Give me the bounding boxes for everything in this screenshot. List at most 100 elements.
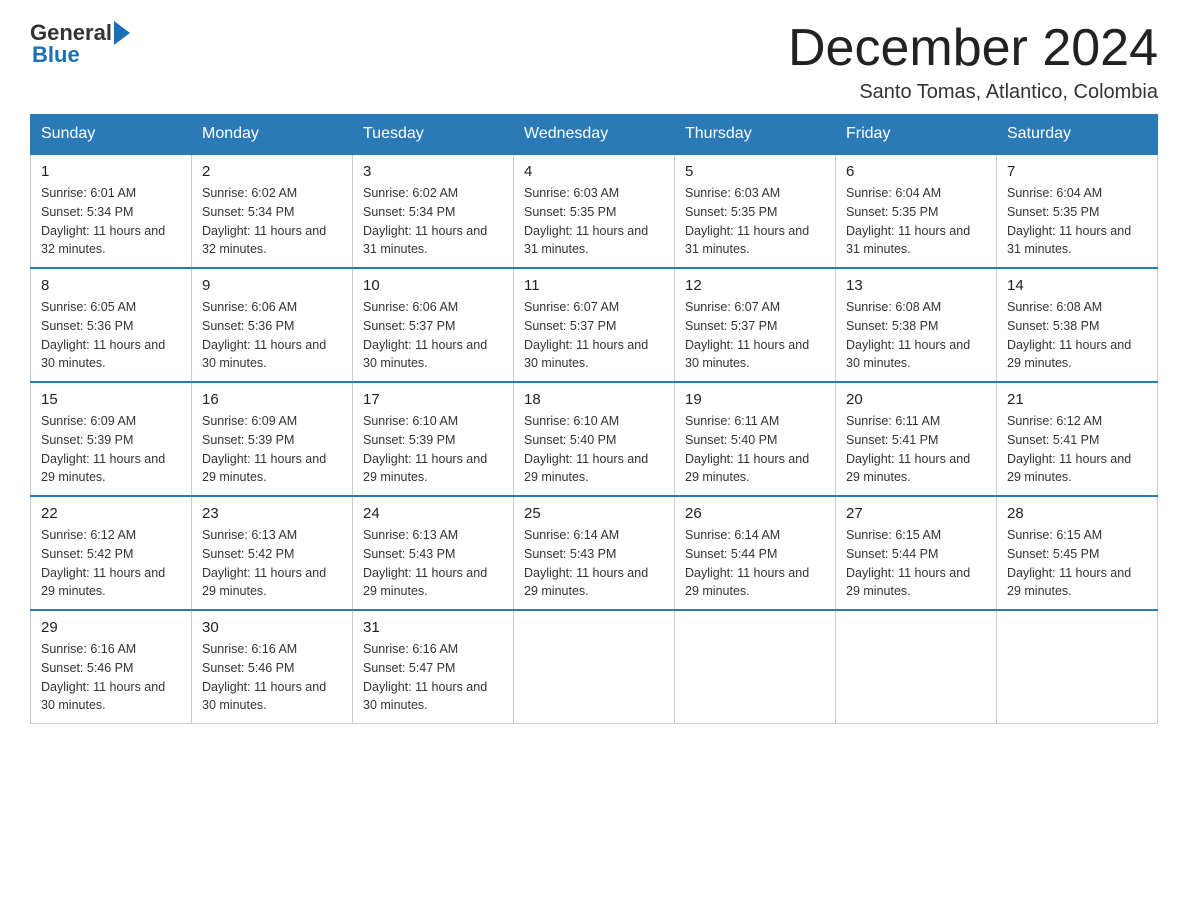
calendar-day-cell: 9Sunrise: 6:06 AMSunset: 5:36 PMDaylight… [192,268,353,382]
calendar-day-cell [675,610,836,724]
day-info: Sunrise: 6:12 AMSunset: 5:41 PMDaylight:… [1007,412,1147,487]
day-info: Sunrise: 6:02 AMSunset: 5:34 PMDaylight:… [363,184,503,259]
day-info: Sunrise: 6:13 AMSunset: 5:43 PMDaylight:… [363,526,503,601]
day-number: 2 [202,163,342,180]
calendar-day-cell: 28Sunrise: 6:15 AMSunset: 5:45 PMDayligh… [997,496,1158,610]
day-number: 28 [1007,505,1147,522]
day-number: 20 [846,391,986,408]
calendar-day-cell: 8 Sunrise: 6:05 AMSunset: 5:36 PMDaylight… [31,268,192,382]
calendar-day-cell [836,610,997,724]
calendar-day-cell: 10Sunrise: 6:06 AMSunset: 5:37 PMDayligh… [353,268,514,382]
day-info: Sunrise: 6:12 AMSunset: 5:42 PMDaylight:… [41,526,181,601]
calendar-day-cell: 11 Sunrise: 6:07 AMSunset: 5:37 PMDayligh… [514,268,675,382]
day-info: Sunrise: 6:04 AMSunset: 5:35 PMDaylight:… [1007,184,1147,259]
day-info: Sunrise: 6:01 AMSunset: 5:34 PMDaylight:… [41,184,181,259]
calendar-day-cell: 19 Sunrise: 6:11 AMSunset: 5:40 PMDayligh… [675,382,836,496]
month-title: December 2024 [788,20,1158,77]
day-number: 24 [363,505,503,522]
calendar-week-row: 8 Sunrise: 6:05 AMSunset: 5:36 PMDaylight… [31,268,1158,382]
day-number: 31 [363,619,503,636]
day-info: Sunrise: 6:08 AMSunset: 5:38 PMDaylight:… [846,298,986,373]
calendar-day-cell: 17 Sunrise: 6:10 AMSunset: 5:39 PMDayligh… [353,382,514,496]
day-number: 21 [1007,391,1147,408]
day-info: Sunrise: 6:11 AMSunset: 5:41 PMDaylight:… [846,412,986,487]
day-number: 23 [202,505,342,522]
day-number: 8 [41,277,181,294]
calendar-day-cell: 6Sunrise: 6:04 AMSunset: 5:35 PMDaylight… [836,154,997,268]
calendar-day-cell: 7Sunrise: 6:04 AMSunset: 5:35 PMDaylight… [997,154,1158,268]
day-number: 6 [846,163,986,180]
day-info: Sunrise: 6:16 AMSunset: 5:46 PMDaylight:… [41,640,181,715]
day-info: Sunrise: 6:14 AMSunset: 5:44 PMDaylight:… [685,526,825,601]
calendar-day-cell: 27Sunrise: 6:15 AMSunset: 5:44 PMDayligh… [836,496,997,610]
calendar-day-cell: 16Sunrise: 6:09 AMSunset: 5:39 PMDayligh… [192,382,353,496]
day-info: Sunrise: 6:06 AMSunset: 5:37 PMDaylight:… [363,298,503,373]
day-number: 11 [524,277,664,294]
logo: General Blue [30,20,132,68]
day-number: 18 [524,391,664,408]
day-info: Sunrise: 6:13 AMSunset: 5:42 PMDaylight:… [202,526,342,601]
page-header: General Blue December 2024 Santo Tomas, … [30,20,1158,104]
day-number: 14 [1007,277,1147,294]
day-info: Sunrise: 6:09 AMSunset: 5:39 PMDaylight:… [41,412,181,487]
calendar-week-row: 1 Sunrise: 6:01 AMSunset: 5:34 PMDaylight… [31,154,1158,268]
day-number: 3 [363,163,503,180]
calendar-day-cell: 21 Sunrise: 6:12 AMSunset: 5:41 PMDayligh… [997,382,1158,496]
calendar-day-cell: 20 Sunrise: 6:11 AMSunset: 5:41 PMDayligh… [836,382,997,496]
day-number: 15 [41,391,181,408]
title-block: December 2024 Santo Tomas, Atlantico, Co… [788,20,1158,104]
calendar-day-cell: 1 Sunrise: 6:01 AMSunset: 5:34 PMDaylight… [31,154,192,268]
day-info: Sunrise: 6:03 AMSunset: 5:35 PMDaylight:… [524,184,664,259]
calendar-day-cell [997,610,1158,724]
calendar-day-cell: 29 Sunrise: 6:16 AMSunset: 5:46 PMDayligh… [31,610,192,724]
day-info: Sunrise: 6:16 AMSunset: 5:47 PMDaylight:… [363,640,503,715]
calendar-day-cell: 13 Sunrise: 6:08 AMSunset: 5:38 PMDayligh… [836,268,997,382]
calendar-week-row: 22 Sunrise: 6:12 AMSunset: 5:42 PMDayligh… [31,496,1158,610]
day-number: 5 [685,163,825,180]
day-info: Sunrise: 6:07 AMSunset: 5:37 PMDaylight:… [524,298,664,373]
logo-arrow-icon [114,21,130,45]
calendar-header-friday: Friday [836,115,997,155]
day-info: Sunrise: 6:11 AMSunset: 5:40 PMDaylight:… [685,412,825,487]
day-info: Sunrise: 6:02 AMSunset: 5:34 PMDaylight:… [202,184,342,259]
day-number: 22 [41,505,181,522]
day-info: Sunrise: 6:15 AMSunset: 5:44 PMDaylight:… [846,526,986,601]
calendar-day-cell: 18Sunrise: 6:10 AMSunset: 5:40 PMDayligh… [514,382,675,496]
calendar-day-cell: 4Sunrise: 6:03 AMSunset: 5:35 PMDaylight… [514,154,675,268]
day-number: 1 [41,163,181,180]
day-info: Sunrise: 6:06 AMSunset: 5:36 PMDaylight:… [202,298,342,373]
day-number: 30 [202,619,342,636]
day-info: Sunrise: 6:07 AMSunset: 5:37 PMDaylight:… [685,298,825,373]
day-info: Sunrise: 6:16 AMSunset: 5:46 PMDaylight:… [202,640,342,715]
day-number: 26 [685,505,825,522]
calendar-day-cell: 12Sunrise: 6:07 AMSunset: 5:37 PMDayligh… [675,268,836,382]
day-info: Sunrise: 6:05 AMSunset: 5:36 PMDaylight:… [41,298,181,373]
day-info: Sunrise: 6:10 AMSunset: 5:39 PMDaylight:… [363,412,503,487]
calendar-header-saturday: Saturday [997,115,1158,155]
calendar-day-cell: 30 Sunrise: 6:16 AMSunset: 5:46 PMDayligh… [192,610,353,724]
calendar-day-cell [514,610,675,724]
calendar-header-wednesday: Wednesday [514,115,675,155]
calendar-day-cell: 3 Sunrise: 6:02 AMSunset: 5:34 PMDaylight… [353,154,514,268]
calendar-header-sunday: Sunday [31,115,192,155]
calendar-header-thursday: Thursday [675,115,836,155]
logo-blue-text: Blue [32,42,80,68]
calendar-day-cell: 26 Sunrise: 6:14 AMSunset: 5:44 PMDayligh… [675,496,836,610]
calendar-day-cell: 31 Sunrise: 6:16 AMSunset: 5:47 PMDayligh… [353,610,514,724]
day-info: Sunrise: 6:03 AMSunset: 5:35 PMDaylight:… [685,184,825,259]
day-number: 29 [41,619,181,636]
calendar-day-cell: 2 Sunrise: 6:02 AMSunset: 5:34 PMDaylight… [192,154,353,268]
day-number: 25 [524,505,664,522]
calendar-day-cell: 24 Sunrise: 6:13 AMSunset: 5:43 PMDayligh… [353,496,514,610]
calendar-day-cell: 15 Sunrise: 6:09 AMSunset: 5:39 PMDayligh… [31,382,192,496]
day-number: 17 [363,391,503,408]
day-info: Sunrise: 6:08 AMSunset: 5:38 PMDaylight:… [1007,298,1147,373]
calendar-day-cell: 23 Sunrise: 6:13 AMSunset: 5:42 PMDayligh… [192,496,353,610]
calendar-table: SundayMondayTuesdayWednesdayThursdayFrid… [30,114,1158,724]
calendar-header-monday: Monday [192,115,353,155]
day-number: 19 [685,391,825,408]
location-subtitle: Santo Tomas, Atlantico, Colombia [788,81,1158,104]
day-number: 13 [846,277,986,294]
day-info: Sunrise: 6:09 AMSunset: 5:39 PMDaylight:… [202,412,342,487]
calendar-day-cell: 5 Sunrise: 6:03 AMSunset: 5:35 PMDaylight… [675,154,836,268]
